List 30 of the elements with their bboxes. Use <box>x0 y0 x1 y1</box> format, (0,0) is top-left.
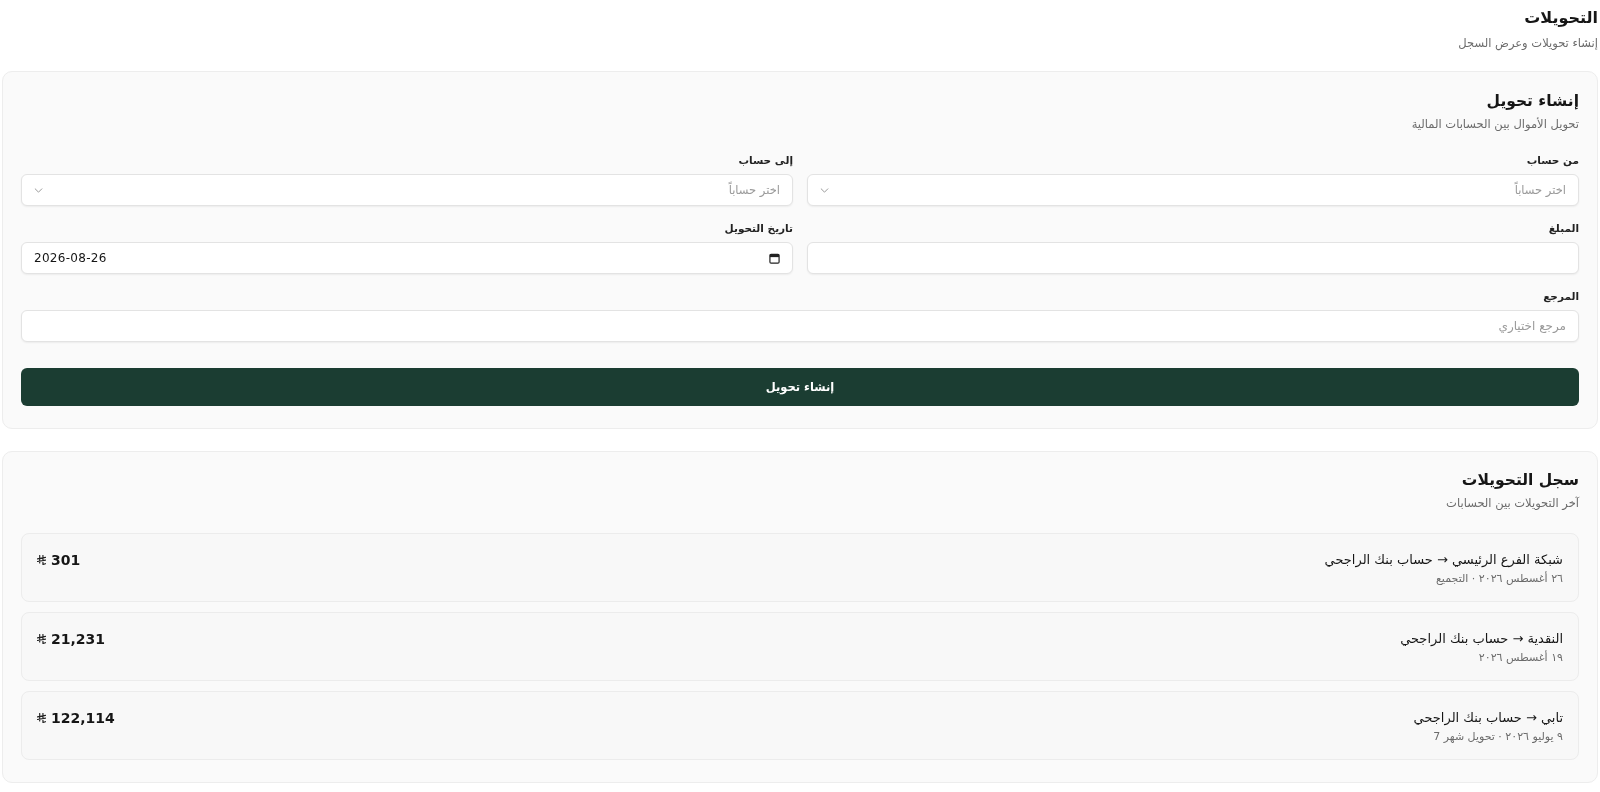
field-label: من حساب <box>1525 153 1579 168</box>
currency-icon <box>37 634 46 644</box>
transfer-meta: ٢٦ أغسطس ٢٠٢٦ · التجميع <box>1435 570 1563 587</box>
transfer-amount: 301 <box>51 551 81 570</box>
card-subtitle: تحويل الأموال بين الحسابات المالية <box>1410 116 1579 133</box>
text-input[interactable] <box>807 242 1579 274</box>
currency-icon <box>37 713 46 723</box>
transfer-route: شبكة الفرع الرئيسي → حساب بنك الراجحي <box>1324 551 1563 570</box>
field-label: المرجع <box>1542 289 1579 304</box>
field-label: إلى حساب <box>737 153 793 168</box>
transfer-meta: ٩ يوليو ٢٠٢٦ · تحويل شهر 7 <box>1432 729 1563 745</box>
page-title: التحويلات <box>1523 7 1598 29</box>
transfer-amount: 21,231 <box>51 630 106 649</box>
text-input[interactable]: مرجع اختياري <box>21 310 1579 342</box>
currency-icon <box>37 555 46 565</box>
create-transfer-button[interactable]: إنشاء تحويل <box>21 368 1579 406</box>
transfer-amount: 122,114 <box>51 709 115 728</box>
date-input[interactable]: 2026-08-26 <box>21 242 793 274</box>
calendar-icon <box>769 252 780 264</box>
transfer-route: النقدية → حساب بنك الراجحي <box>1400 630 1563 648</box>
card-subtitle: آخر التحويلات بين الحسابات <box>1445 495 1579 512</box>
chevron-down-icon <box>820 187 829 193</box>
transfer-meta: ١٩ أغسطس ٢٠٢٦ <box>1477 649 1563 666</box>
field-label: تاريخ التحويل <box>723 221 793 236</box>
page-subtitle: إنشاء تحويلات وعرض السجل <box>1457 35 1598 52</box>
card-title: إنشاء تحويل <box>1485 91 1579 112</box>
chevron-down-icon <box>34 187 43 193</box>
transfer-route: تابي → حساب بنك الراجحي <box>1413 709 1563 728</box>
field-label: المبلغ <box>1547 221 1579 236</box>
card-title: سجل التحويلات <box>1460 470 1579 491</box>
